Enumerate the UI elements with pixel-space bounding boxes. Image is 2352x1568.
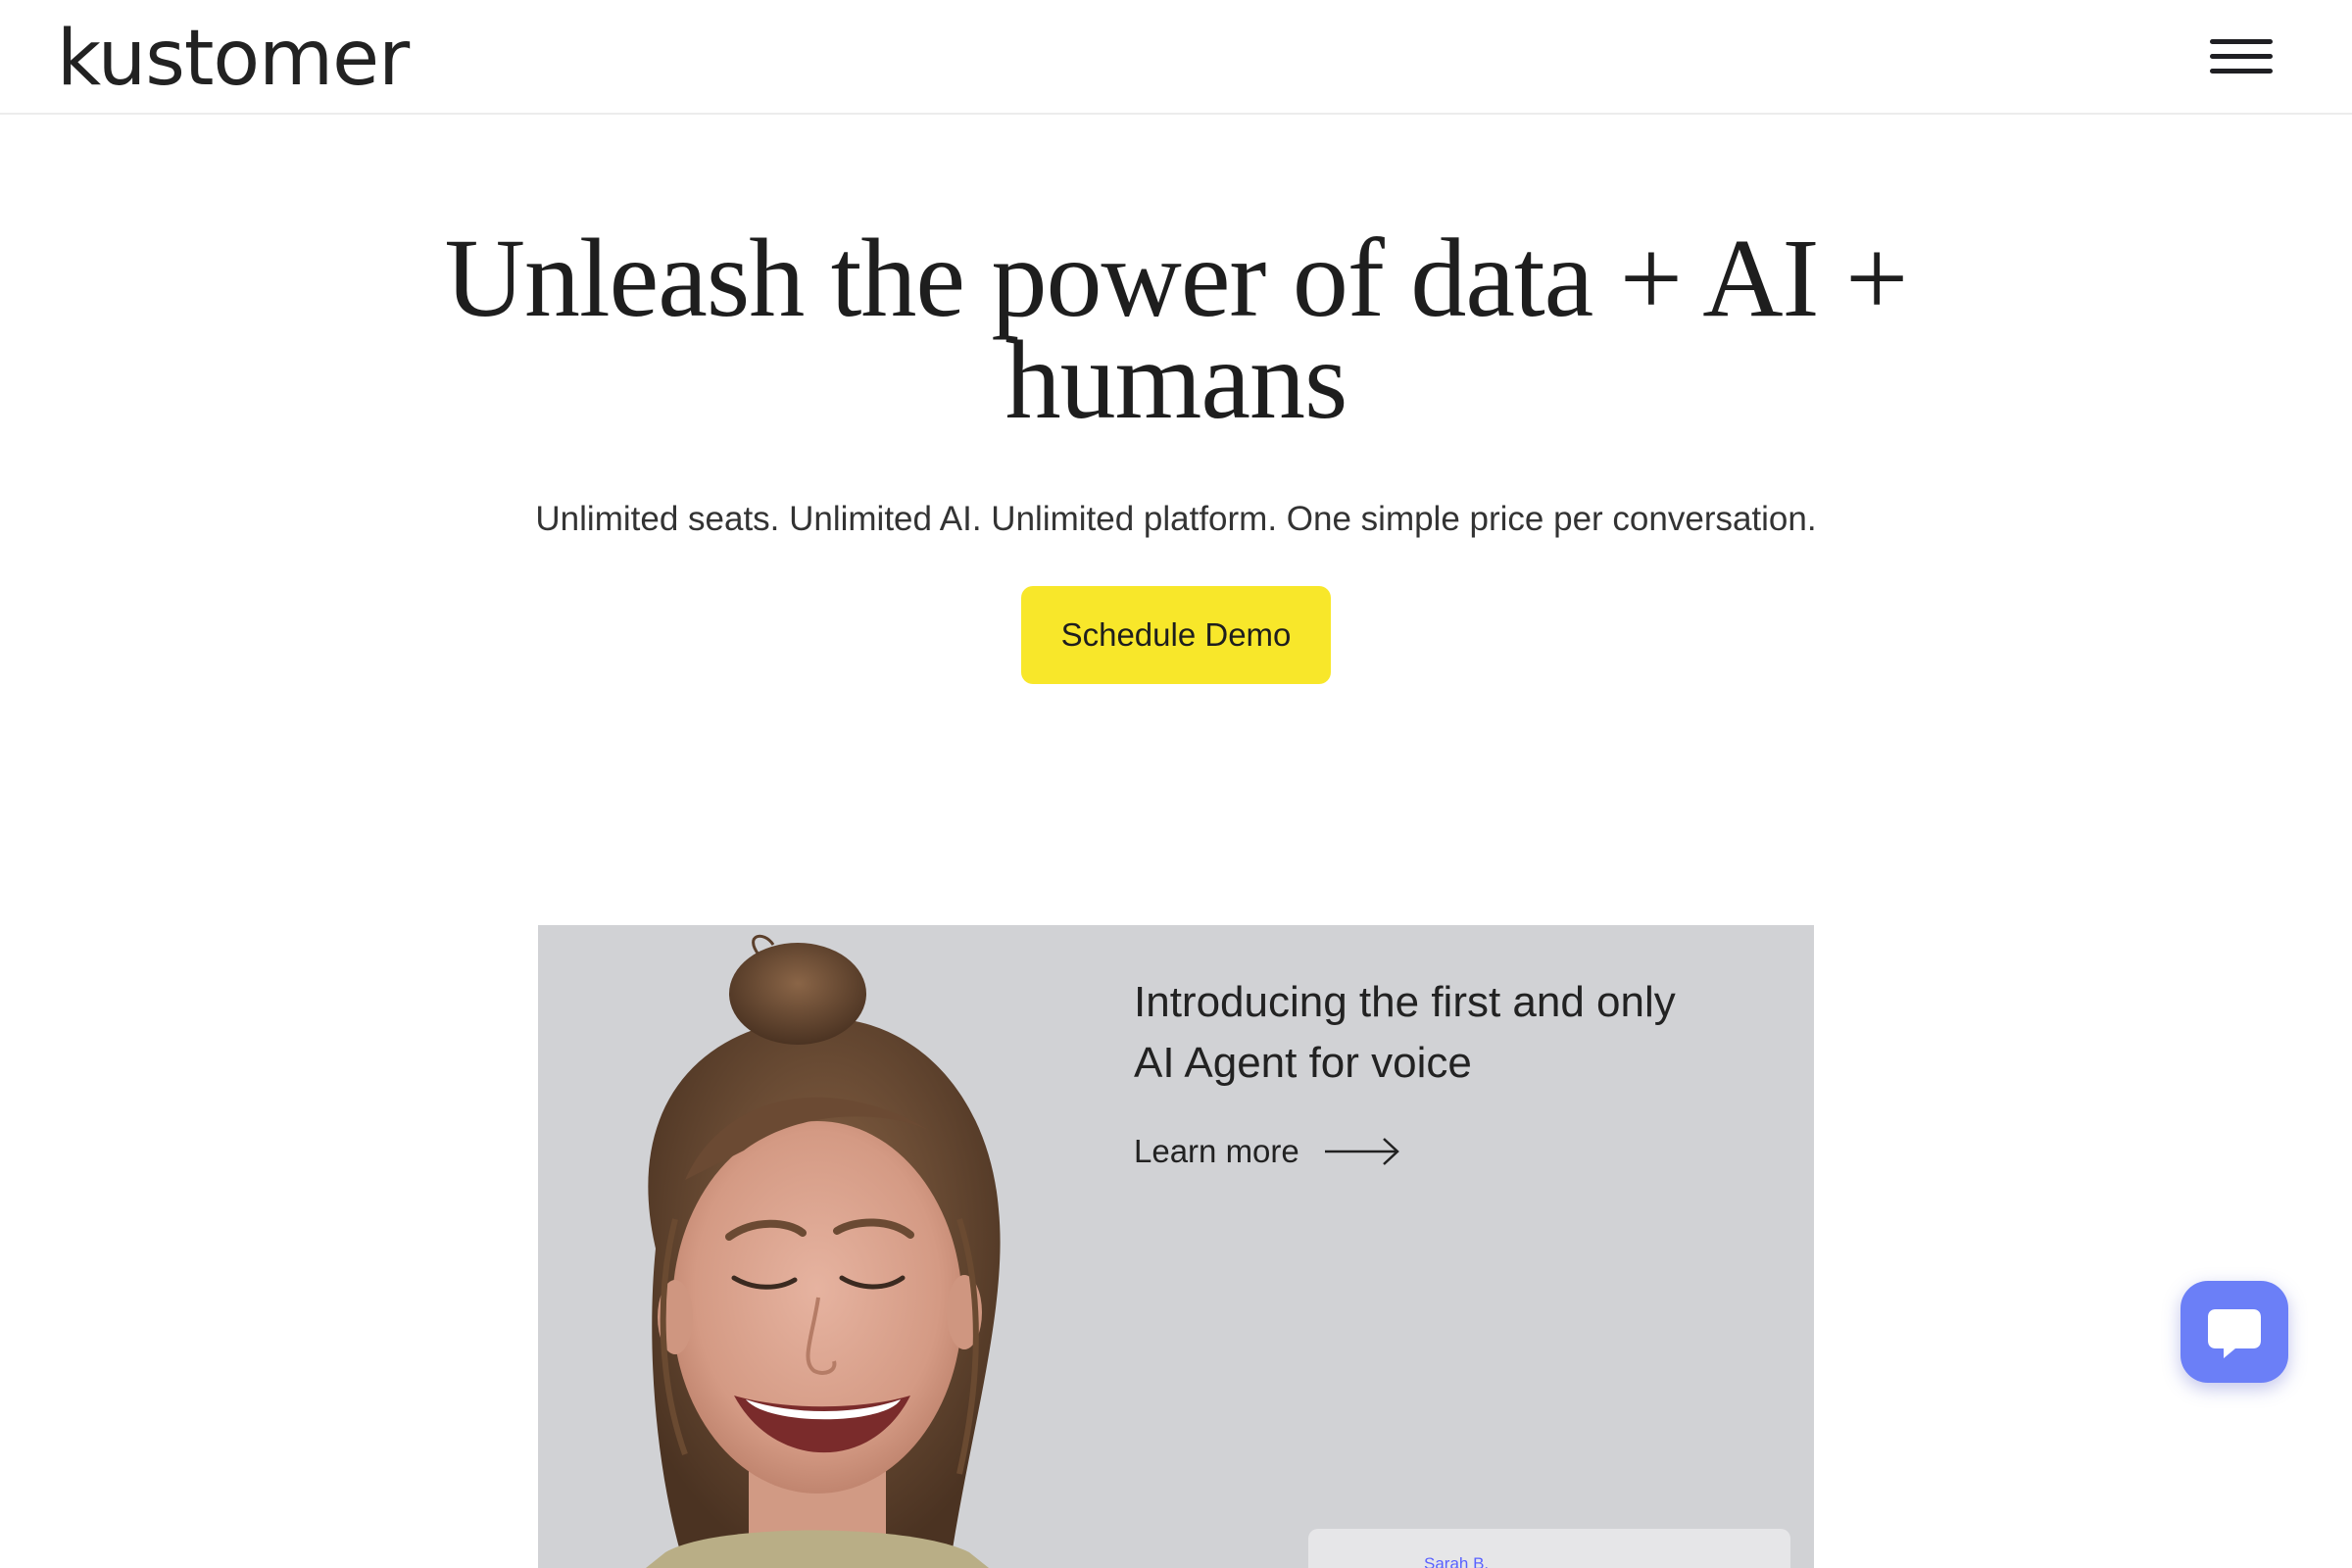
arrow-right-icon <box>1324 1138 1399 1165</box>
schedule-demo-button[interactable]: Schedule Demo <box>1021 586 1331 684</box>
chat-launcher-button[interactable] <box>2180 1281 2288 1383</box>
banner-title-line-2: AI Agent for voice <box>1134 1039 1472 1087</box>
hero-title-line-2: humans <box>1004 318 1348 442</box>
smiling-woman-photo <box>646 934 1001 1568</box>
voice-agent-banner: Introducing the first and only AI Agent … <box>538 925 1814 1568</box>
call-preview-card: Sarah B. <box>1308 1529 1790 1568</box>
hamburger-menu-icon[interactable] <box>2207 35 2276 82</box>
banner-title-line-1: Introducing the first and only <box>1134 978 1676 1026</box>
menu-bar <box>2210 39 2273 44</box>
hero-title: Unleash the power of data + AI + humans <box>196 222 2156 436</box>
kustomer-logo[interactable]: kustomer <box>57 12 410 106</box>
learn-more-link[interactable]: Learn more <box>1134 1133 1401 1170</box>
learn-more-label: Learn more <box>1134 1133 1299 1169</box>
menu-bar <box>2210 54 2273 59</box>
menu-bar <box>2210 69 2273 74</box>
chat-bubble-icon <box>2208 1309 2261 1358</box>
hero-subtitle: Unlimited seats. Unlimited AI. Unlimited… <box>535 500 1817 538</box>
banner-title: Introducing the first and only AI Agent … <box>1134 972 1741 1094</box>
caller-name: Sarah B. <box>1424 1554 1490 1568</box>
site-header: kustomer <box>0 0 2352 115</box>
